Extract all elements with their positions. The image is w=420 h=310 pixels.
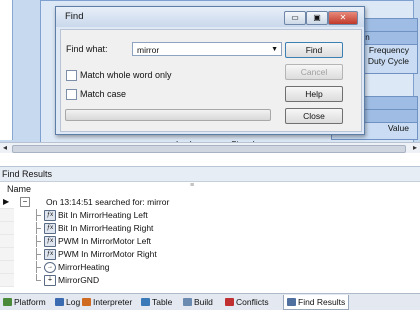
find-what-value: mirror bbox=[137, 45, 160, 55]
match-case-checkbox[interactable] bbox=[66, 89, 77, 100]
search-progress-bar bbox=[65, 109, 271, 121]
find-what-input[interactable]: mirror ▼ bbox=[132, 42, 282, 56]
list-item-label: MirrorHeating bbox=[58, 262, 110, 272]
list-item[interactable]: ⏚ MirrorGND bbox=[0, 274, 420, 287]
close-button[interactable]: Close bbox=[285, 108, 343, 124]
results-column-header[interactable]: Name ≡ bbox=[0, 182, 420, 197]
list-item[interactable]: → MirrorHeating bbox=[0, 261, 420, 274]
find-button[interactable]: Find bbox=[285, 42, 343, 58]
list-item-label: PWM In MirrorMotor Left bbox=[58, 236, 152, 246]
cancel-button[interactable]: Cancel bbox=[285, 64, 343, 80]
scroll-right-icon[interactable]: ▸ bbox=[410, 143, 420, 153]
tab-label: Platform bbox=[14, 297, 46, 307]
row-gutter bbox=[0, 248, 14, 261]
scroll-thumb[interactable] bbox=[12, 145, 406, 153]
list-item-label: PWM In MirrorMotor Right bbox=[58, 249, 157, 259]
tree-line bbox=[36, 267, 41, 268]
tab-label: Find Results bbox=[298, 297, 346, 307]
collapse-icon[interactable]: − bbox=[20, 197, 30, 207]
tab-label: Interpreter bbox=[93, 297, 133, 307]
dialog-titlebar[interactable]: Find ▭ ▣ ✕ bbox=[56, 7, 364, 27]
dialog-title: Find bbox=[65, 11, 84, 22]
tab-interpreter[interactable]: Interpreter bbox=[82, 295, 132, 309]
signal-icon: → bbox=[44, 262, 56, 273]
list-item[interactable]: ƒx PWM In MirrorMotor Left bbox=[0, 235, 420, 248]
tree-line bbox=[36, 280, 41, 281]
build-icon bbox=[183, 298, 192, 306]
interpreter-icon bbox=[82, 298, 91, 306]
row-gutter bbox=[0, 274, 14, 287]
tab-build[interactable]: Build bbox=[183, 295, 213, 309]
minimize-button[interactable]: ▭ bbox=[284, 11, 306, 25]
table-icon bbox=[141, 298, 150, 306]
tab-label: Log bbox=[66, 297, 81, 307]
row-gutter: ▶ bbox=[0, 196, 14, 209]
tab-table[interactable]: Table bbox=[141, 295, 172, 309]
block-icon: ƒx bbox=[44, 236, 56, 247]
ground-icon: ⏚ bbox=[44, 275, 56, 286]
match-whole-word-label[interactable]: Match whole word only bbox=[80, 70, 172, 80]
list-item-label: Bit In MirrorHeating Right bbox=[58, 223, 154, 233]
tab-conflicts[interactable]: Conflicts bbox=[225, 295, 269, 309]
search-summary: On 13:14:51 searched for: mirror bbox=[46, 197, 170, 207]
row-gutter bbox=[0, 235, 14, 248]
diagram-hscrollbar[interactable]: ◂ ▸ bbox=[0, 142, 420, 153]
tree-line bbox=[36, 215, 41, 216]
tree-line bbox=[36, 254, 41, 255]
scroll-left-icon[interactable]: ◂ bbox=[0, 143, 10, 153]
block-icon: ƒx bbox=[44, 210, 56, 221]
help-button[interactable]: Help bbox=[285, 86, 343, 102]
dropdown-arrow-icon[interactable]: ▼ bbox=[271, 43, 278, 57]
find-dialog: Find ▭ ▣ ✕ Find what: mirror ▼ Match who… bbox=[55, 6, 365, 135]
search-result-root[interactable]: ▶ − On 13:14:51 searched for: mirror bbox=[0, 196, 420, 209]
tab-label: Build bbox=[194, 297, 213, 307]
list-item-label: MirrorGND bbox=[58, 275, 100, 285]
sort-indicator-icon: ≡ bbox=[190, 182, 195, 189]
tab-label: Conflicts bbox=[236, 297, 269, 307]
find-results-header: Find Results bbox=[0, 166, 420, 182]
find-what-label: Find what: bbox=[66, 44, 108, 54]
tree-line bbox=[36, 241, 41, 242]
bottom-tab-bar: Platform Log Interpreter Table Build Con… bbox=[0, 293, 420, 310]
maximize-button[interactable]: ▣ bbox=[306, 11, 328, 25]
tab-platform[interactable]: Platform bbox=[3, 295, 46, 309]
tree-line bbox=[36, 228, 41, 229]
close-window-button[interactable]: ✕ bbox=[328, 11, 358, 25]
conflicts-icon bbox=[225, 298, 234, 306]
row-gutter bbox=[0, 261, 14, 274]
find-results-icon bbox=[287, 298, 296, 306]
panel-title: Find Results bbox=[2, 169, 53, 179]
list-item[interactable]: ƒx Bit In MirrorHeating Right bbox=[0, 222, 420, 235]
diagram-left-margin bbox=[0, 0, 13, 140]
dialog-body: Find what: mirror ▼ Match whole word onl… bbox=[60, 29, 362, 132]
tab-find-results[interactable]: Find Results bbox=[283, 295, 350, 310]
tab-log[interactable]: Log bbox=[55, 295, 80, 309]
platform-icon bbox=[3, 298, 12, 306]
list-item[interactable]: ƒx Bit In MirrorHeating Left bbox=[0, 209, 420, 222]
block-icon: ƒx bbox=[44, 249, 56, 260]
list-item-label: Bit In MirrorHeating Left bbox=[58, 210, 148, 220]
block-icon: ƒx bbox=[44, 223, 56, 234]
log-icon bbox=[55, 298, 64, 306]
results-tree[interactable]: ▶ − On 13:14:51 searched for: mirror ƒx … bbox=[0, 196, 420, 292]
tab-label: Table bbox=[152, 297, 173, 307]
column-name[interactable]: Name bbox=[7, 184, 31, 194]
row-gutter bbox=[0, 222, 14, 235]
list-item[interactable]: ƒx PWM In MirrorMotor Right bbox=[0, 248, 420, 261]
match-whole-word-checkbox[interactable] bbox=[66, 70, 77, 81]
row-gutter bbox=[0, 209, 14, 222]
current-row-arrow-icon: ▶ bbox=[3, 197, 10, 206]
match-case-label[interactable]: Match case bbox=[80, 89, 126, 99]
